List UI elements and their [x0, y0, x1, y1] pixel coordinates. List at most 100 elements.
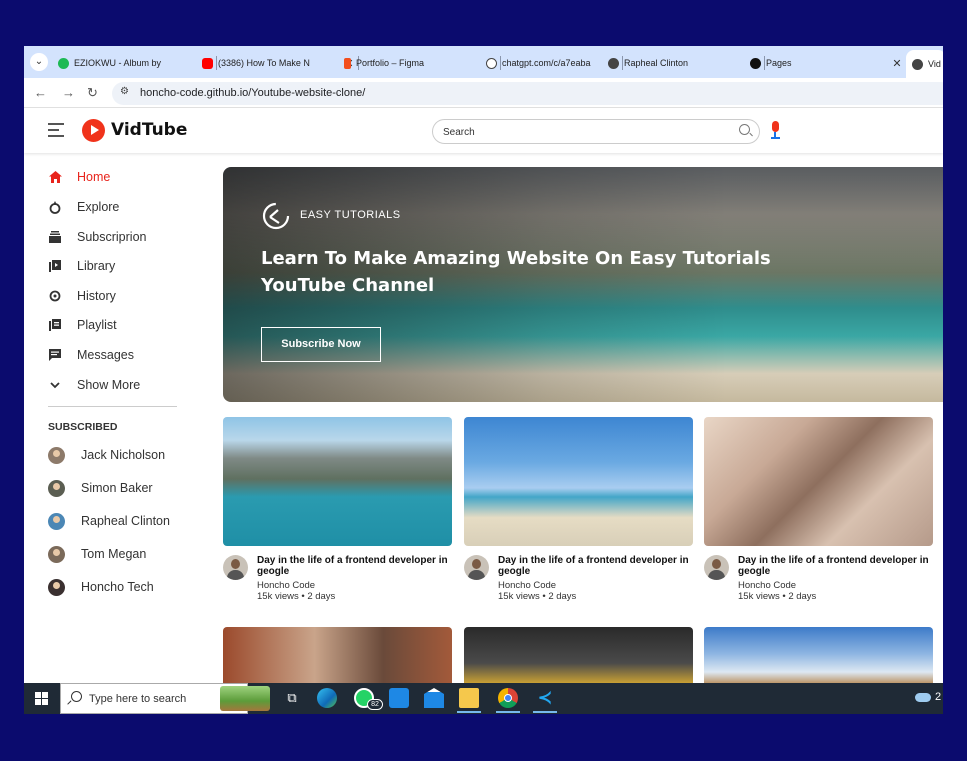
whatsapp-badge: 82 [367, 699, 383, 710]
browser-tab[interactable]: EZIOKWU - Album by ✕ [52, 50, 214, 76]
video-title[interactable]: Day in the life of a frontend developer … [738, 555, 930, 577]
video-meta: 15k views • 2 days [738, 591, 817, 602]
subscription-icon [48, 230, 62, 244]
video-channel[interactable]: Honcho Code [498, 580, 556, 591]
video-channel[interactable]: Honcho Code [257, 580, 315, 591]
video-meta: 15k views • 2 days [498, 591, 577, 602]
youtube-favicon-icon [202, 57, 213, 69]
channel-avatar[interactable] [223, 555, 248, 580]
forward-arrow-icon[interactable]: → [62, 85, 75, 100]
browser-tab[interactable]: chatgpt.com/c/a7eaba ✕ [480, 50, 620, 76]
subscription-item[interactable]: Rapheal Clinton [48, 509, 170, 533]
subscription-item[interactable]: Jack Nicholson [48, 443, 165, 467]
hero-banner: EASY TUTORIALS Learn To Make Amazing Web… [223, 167, 943, 402]
video-channel[interactable]: Honcho Code [738, 580, 796, 591]
file-explorer-icon[interactable] [457, 688, 481, 713]
chrome-icon[interactable] [496, 688, 520, 713]
microphone-icon[interactable] [771, 121, 780, 141]
subscribe-now-button[interactable]: Subscribe Now [261, 327, 381, 362]
sidebar-item-home[interactable]: Home [48, 167, 188, 187]
taskbar-search-input[interactable] [89, 692, 239, 706]
store-icon[interactable] [389, 688, 409, 708]
browser-tab[interactable]: Pages ✕ [744, 50, 904, 76]
tab-search-chevron-icon[interactable]: ⌄ [30, 53, 48, 71]
subscription-item[interactable]: Simon Baker [48, 476, 153, 500]
banner-title: Learn To Make Amazing Website On Easy Tu… [261, 248, 771, 296]
history-icon [48, 289, 62, 303]
home-icon [48, 170, 62, 184]
task-view-icon[interactable]: ⧉ [282, 688, 302, 708]
edge-browser-icon[interactable] [317, 688, 337, 708]
sidebar-item-library[interactable]: Library [48, 256, 188, 276]
site-logo-text[interactable]: VidTube [111, 120, 187, 140]
url-text: honcho-code.github.io/Youtube-website-cl… [140, 87, 366, 99]
library-icon [48, 259, 62, 273]
avatar [48, 479, 65, 497]
vscode-icon[interactable]: ≺ [533, 688, 557, 713]
vidtube-logo-icon[interactable] [82, 119, 105, 142]
close-tab-icon[interactable]: ✕ [890, 57, 904, 70]
whatsapp-icon[interactable]: 82 [354, 688, 383, 710]
url-omnibox[interactable]: ⚙ honcho-code.github.io/Youtube-website-… [112, 82, 943, 105]
browser-tab-strip: ⌄ EZIOKWU - Album by ✕ (3386) How To Mak… [24, 46, 943, 78]
search-bar [432, 119, 760, 144]
video-thumbnail[interactable] [704, 417, 933, 546]
subscription-item[interactable]: Tom Megan [48, 542, 146, 566]
chatgpt-favicon-icon [486, 57, 497, 69]
browser-address-bar: ← → ↻ ⚙ honcho-code.github.io/Youtube-we… [24, 78, 943, 108]
sidebar-item-history[interactable]: History [48, 286, 188, 306]
sidebar-item-messages[interactable]: Messages [48, 345, 188, 365]
avatar [48, 512, 65, 530]
search-input[interactable] [443, 124, 723, 140]
weather-widget[interactable]: 2 [915, 691, 941, 703]
sidebar-divider [48, 406, 177, 407]
video-thumbnail[interactable] [464, 417, 693, 546]
chevron-down-icon [48, 378, 62, 392]
site-settings-icon[interactable]: ⚙ [120, 86, 129, 97]
windows-start-icon[interactable] [35, 692, 48, 705]
video-thumbnail[interactable] [223, 627, 452, 683]
spotify-favicon-icon [58, 57, 69, 69]
explore-icon [48, 200, 62, 214]
banner-brand: EASY TUTORIALS [300, 209, 401, 221]
globe-favicon-icon [912, 58, 923, 70]
video-thumbnail[interactable] [223, 417, 452, 546]
video-meta: 15k views • 2 days [257, 591, 336, 602]
avatar [48, 446, 65, 464]
video-title[interactable]: Day in the life of a frontend developer … [257, 555, 449, 577]
figma-favicon-icon [344, 57, 351, 69]
sidebar-item-playlist[interactable]: Playlist [48, 315, 188, 335]
main-content: EASY TUTORIALS Learn To Make Amazing Web… [223, 167, 943, 683]
reload-icon[interactable]: ↻ [87, 85, 98, 101]
video-thumbnail[interactable] [704, 627, 933, 683]
video-thumbnail[interactable] [464, 627, 693, 683]
sidebar: Home Explore Subscriprion Library Histor… [24, 153, 200, 683]
github-favicon-icon [750, 57, 761, 69]
mail-icon[interactable] [424, 688, 444, 708]
avatar [48, 545, 65, 563]
sidebar-item-explore[interactable]: Explore [48, 197, 188, 217]
webpage: VidTube Home Explore [24, 109, 943, 683]
menu-icon[interactable] [48, 123, 64, 141]
windows-taskbar: ⧉ 82 ≺ 2 [24, 683, 943, 714]
cloud-icon [915, 692, 931, 702]
sidebar-item-show-more[interactable]: Show More [48, 375, 188, 395]
browser-tab[interactable]: Rapheal Clinton ✕ [602, 50, 762, 76]
browser-tab[interactable]: Portfolio – Figma ✕ [338, 50, 498, 76]
back-arrow-icon[interactable]: ← [34, 85, 47, 100]
search-icon [71, 691, 82, 702]
playlist-icon [48, 318, 62, 332]
channel-avatar[interactable] [704, 555, 729, 580]
channel-avatar[interactable] [464, 555, 489, 580]
subscribed-heading: SUBSCRIBED [48, 421, 118, 433]
messages-icon [48, 348, 62, 362]
browser-tab-active[interactable]: Vid [906, 50, 943, 78]
screen: ⌄ EZIOKWU - Album by ✕ (3386) How To Mak… [24, 46, 943, 714]
news-widget-icon[interactable] [220, 686, 270, 711]
search-icon[interactable] [739, 124, 750, 135]
video-title[interactable]: Day in the life of a frontend developer … [498, 555, 690, 577]
subscription-item[interactable]: Honcho Tech [48, 575, 154, 599]
browser-tab[interactable]: (3386) How To Make N ✕ [196, 50, 356, 76]
sidebar-item-subscription[interactable]: Subscriprion [48, 227, 188, 247]
site-header: VidTube [24, 109, 943, 153]
